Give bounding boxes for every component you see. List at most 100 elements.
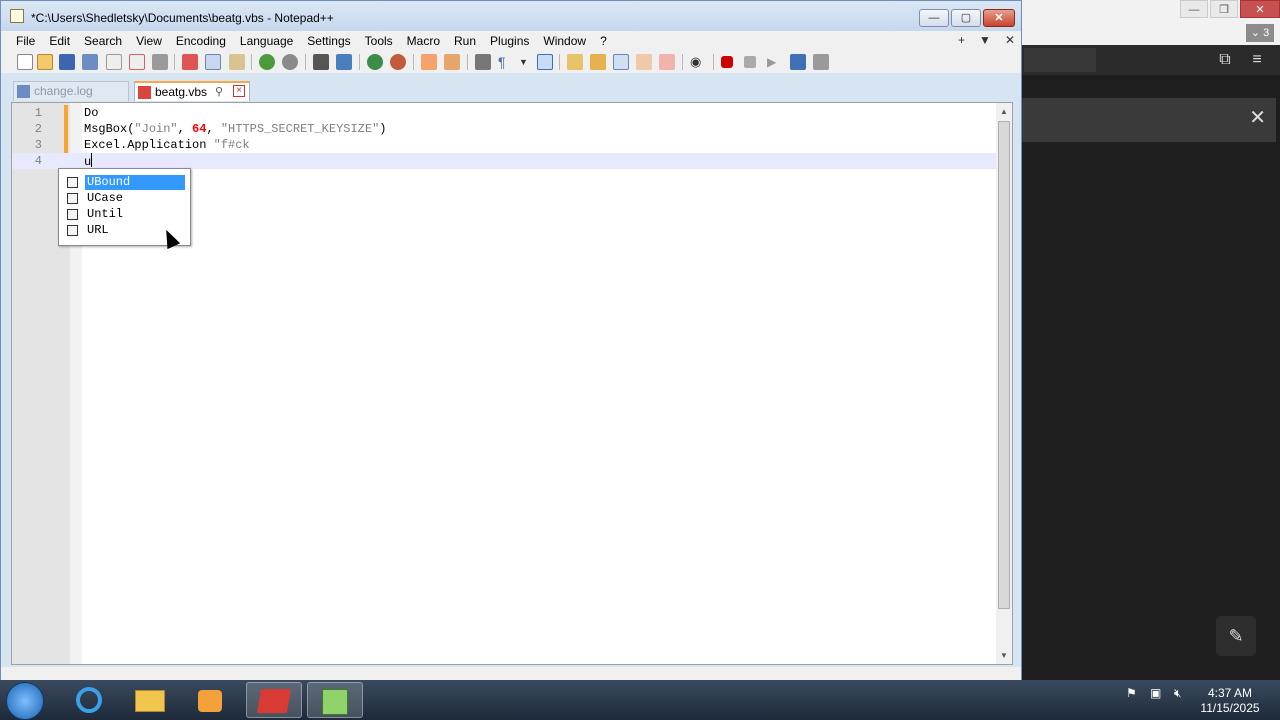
ie-logo-icon <box>76 687 102 713</box>
monitoring-icon[interactable] <box>659 54 675 70</box>
pin-icon[interactable]: ⚲ <box>215 83 223 101</box>
edit-pencil-icon[interactable]: ✎ <box>1216 616 1256 656</box>
tab-label: change.log <box>34 84 93 98</box>
close-button[interactable]: ✕ <box>983 9 1015 27</box>
background-app-window: — ❐ ✕ ⌄ 3 ⧉ ≡ ✕ ✎ <box>1020 0 1280 680</box>
zoom-out-icon[interactable] <box>390 54 406 70</box>
redo-icon[interactable] <box>282 54 298 70</box>
autocomplete-label: UBound <box>85 175 185 190</box>
undo-icon[interactable] <box>259 54 275 70</box>
replace-icon[interactable] <box>336 54 352 70</box>
line-number: 2 <box>34 122 42 136</box>
minimize-button[interactable]: — <box>919 9 949 27</box>
menu-encoding[interactable]: Encoding <box>169 34 233 48</box>
tab-list-dropdown-icon[interactable]: ▼ <box>979 33 991 47</box>
autocomplete-label: Until <box>87 207 124 221</box>
sync-horizontal-icon[interactable] <box>444 54 460 70</box>
clock[interactable]: 4:37 AM 11/15/2025 <box>1196 686 1264 716</box>
stop-macro-icon[interactable] <box>744 56 756 68</box>
background-app-toolbar: ⧉ ≡ <box>1020 45 1280 75</box>
media-player-icon[interactable] <box>184 682 240 718</box>
taskbar: ⚑ ▣ 🔇︎ 4:37 AM 11/15/2025 <box>0 680 1280 720</box>
scroll-down-icon[interactable]: ▼ <box>999 651 1009 660</box>
menu-plugins[interactable]: Plugins <box>483 34 536 48</box>
autocomplete-item[interactable]: Until <box>65 207 186 222</box>
save-all-icon[interactable] <box>82 54 98 70</box>
show-all-chars-icon[interactable]: ¶ <box>498 54 514 70</box>
menu-file[interactable]: File <box>9 34 42 48</box>
menu-help[interactable]: ? <box>593 34 614 48</box>
system-tray: ⚑ ▣ 🔇︎ <box>1126 686 1188 700</box>
menu-tools[interactable]: Tools <box>358 34 400 48</box>
open-file-icon[interactable] <box>37 54 53 70</box>
panel-close-icon[interactable]: ✕ <box>1249 108 1266 128</box>
zoom-in-icon[interactable] <box>367 54 383 70</box>
menu-bar-right-controls: + ▼ ✕ <box>958 33 1015 47</box>
new-tab-plus-icon[interactable]: + <box>958 33 965 47</box>
file-explorer-icon[interactable] <box>123 682 179 718</box>
menu-run[interactable]: Run <box>447 34 483 48</box>
eye-icon[interactable]: ◉ <box>690 54 706 70</box>
run-macro-multiple-icon[interactable] <box>790 54 806 70</box>
toolbar-separator <box>713 54 714 70</box>
close-document-icon[interactable]: ✕ <box>1005 33 1015 47</box>
user-defined-language-icon[interactable] <box>567 54 583 70</box>
vertical-scrollbar[interactable]: ▲ ▼ <box>996 103 1012 664</box>
network-icon[interactable]: ▣ <box>1150 686 1164 700</box>
menu-settings[interactable]: Settings <box>300 34 357 48</box>
bg-close-button[interactable]: ✕ <box>1240 0 1280 18</box>
background-app-tab[interactable] <box>1024 48 1096 72</box>
menu-window[interactable]: Window <box>536 34 593 48</box>
extensions-icon[interactable]: ⧉ <box>1214 49 1236 71</box>
flag-icon[interactable]: ⚑ <box>1126 686 1140 700</box>
notepadpp-taskbar-icon <box>322 689 348 715</box>
sync-vertical-icon[interactable] <box>421 54 437 70</box>
menu-edit[interactable]: Edit <box>42 34 77 48</box>
record-macro-icon[interactable] <box>721 56 733 68</box>
save-icon[interactable] <box>59 54 75 70</box>
indent-guide-icon[interactable] <box>537 54 553 70</box>
autocomplete-item[interactable]: UBound <box>65 175 186 190</box>
taskbar-notepadpp[interactable] <box>307 682 363 718</box>
function-list-icon[interactable] <box>613 54 629 70</box>
toolbar-separator <box>559 54 560 70</box>
tab-close-icon[interactable]: × <box>233 85 245 97</box>
volume-muted-icon[interactable]: 🔇︎ <box>1174 686 1188 700</box>
menu-language[interactable]: Language <box>233 34 300 48</box>
folder-workspace-icon[interactable] <box>636 54 652 70</box>
maximize-button[interactable]: ▢ <box>951 9 981 27</box>
paste-icon[interactable] <box>229 54 245 70</box>
cut-icon[interactable] <box>182 54 198 70</box>
print-icon[interactable] <box>152 54 168 70</box>
autocomplete-item[interactable]: UCase <box>65 191 186 206</box>
dropdown-arrow-icon[interactable]: ▼ <box>519 54 535 70</box>
toolbar-separator <box>359 54 360 70</box>
close-file-icon[interactable] <box>106 54 122 70</box>
scroll-up-icon[interactable]: ▲ <box>999 107 1009 116</box>
code-text: Do <box>84 106 99 120</box>
new-file-icon[interactable] <box>17 54 33 70</box>
start-button-windows-icon[interactable] <box>6 682 44 720</box>
menu-macro[interactable]: Macro <box>400 34 447 48</box>
menu-search[interactable]: Search <box>77 34 129 48</box>
find-icon[interactable] <box>313 54 329 70</box>
taskbar-app-red[interactable] <box>246 682 302 718</box>
tab-change-log[interactable]: change.log <box>13 81 129 101</box>
copy-icon[interactable] <box>205 54 221 70</box>
menu-bar: File Edit Search View Encoding Language … <box>1 31 1021 51</box>
bg-restore-button[interactable]: ❐ <box>1210 0 1238 18</box>
toolbar-separator <box>251 54 252 70</box>
menu-view[interactable]: View <box>129 34 169 48</box>
tab-beatg-vbs[interactable]: beatg.vbs ⚲ × <box>134 81 250 101</box>
toolbar-separator <box>174 54 175 70</box>
tab-count-badge[interactable]: ⌄ 3 <box>1246 24 1274 42</box>
word-wrap-icon[interactable] <box>475 54 491 70</box>
document-map-icon[interactable] <box>590 54 606 70</box>
menu-icon[interactable]: ≡ <box>1246 49 1268 71</box>
internet-explorer-icon[interactable] <box>62 682 118 718</box>
save-macro-icon[interactable] <box>813 54 829 70</box>
scrollbar-thumb[interactable] <box>998 121 1010 609</box>
play-macro-icon[interactable]: ▶ <box>767 54 783 70</box>
close-all-icon[interactable] <box>129 54 145 70</box>
bg-minimize-button[interactable]: — <box>1180 0 1208 18</box>
